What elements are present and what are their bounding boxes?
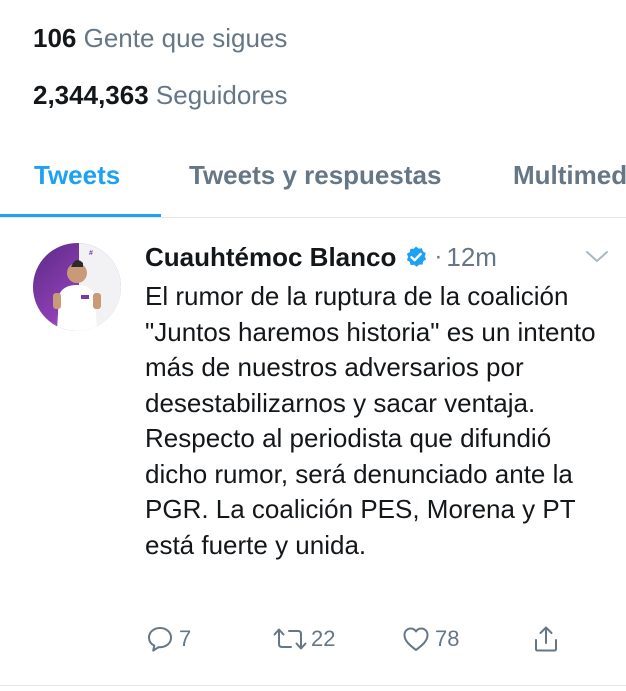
svg-text:#: # (89, 250, 93, 257)
tab-tweets-replies[interactable]: Tweets y respuestas (189, 160, 441, 191)
avatar[interactable]: # (33, 243, 121, 331)
like-button[interactable]: 78 (401, 619, 459, 659)
followers-count: 2,344,363 (33, 80, 149, 110)
profile-tabs: Tweets Tweets y respuestas Multimedia (0, 148, 626, 218)
tweet-text: El rumor de la ruptura de la coalición "… (145, 281, 596, 560)
profile-photo-icon: # (33, 243, 121, 331)
author-name[interactable]: Cuauhtémoc Blanco (145, 242, 396, 273)
tab-tweets[interactable]: Tweets (34, 160, 120, 191)
active-tab-indicator (0, 214, 161, 217)
tweet-actions: 7 22 78 (145, 619, 615, 659)
tweet-header: Cuauhtémoc Blanco · 12m (145, 237, 497, 277)
following-label: Gente que sigues (83, 23, 288, 53)
retweet-count: 22 (311, 626, 336, 651)
retweet-button[interactable]: 22 (273, 619, 335, 659)
tweet-divider (0, 685, 626, 686)
reply-button[interactable]: 7 (145, 619, 191, 659)
share-icon (535, 626, 557, 652)
chevron-down-icon[interactable] (584, 249, 610, 265)
following-stat[interactable]: 106 Gente que sigues (33, 20, 287, 77)
verified-badge-icon (407, 246, 427, 267)
tweet-timestamp[interactable]: 12m (446, 242, 497, 273)
retweet-icon (273, 628, 307, 650)
tab-media[interactable]: Multimedia (513, 160, 626, 191)
heart-icon (403, 627, 429, 651)
like-count: 78 (435, 626, 460, 651)
reply-icon (148, 627, 172, 652)
reply-count: 7 (179, 626, 192, 651)
share-button[interactable] (531, 619, 561, 659)
followers-label: Seguidores (155, 80, 288, 110)
profile-stats: 106 Gente que sigues 2,344,363 Seguidore… (33, 20, 287, 134)
separator-dot: · (434, 243, 443, 270)
followers-stat[interactable]: 2,344,363 Seguidores (33, 77, 287, 134)
tweet-card[interactable]: # Cuauhtémoc Blanco · 12m El rumor de la… (0, 219, 626, 691)
following-count: 106 (33, 23, 77, 53)
